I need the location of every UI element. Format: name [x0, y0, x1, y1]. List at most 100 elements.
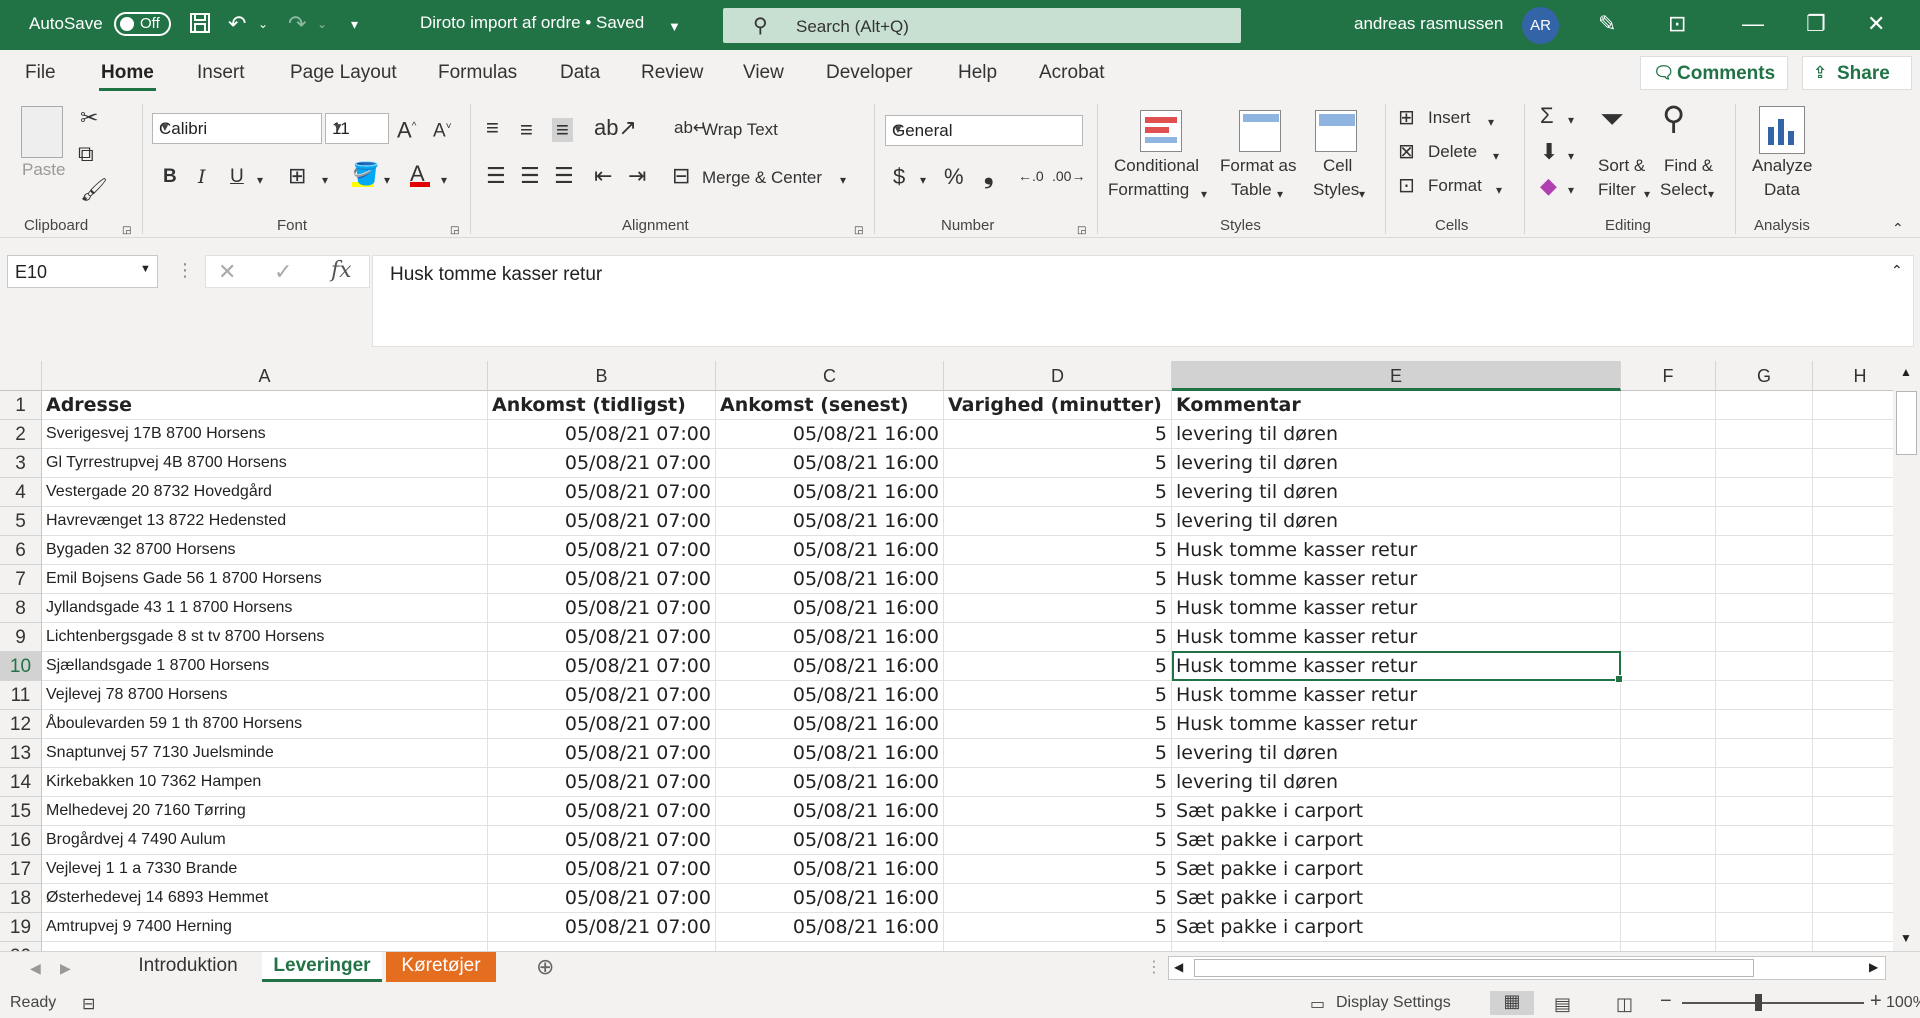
row-header-7[interactable]: 7: [0, 565, 42, 594]
delete-cells-button[interactable]: Delete: [1428, 142, 1477, 162]
row-header-20[interactable]: 20: [0, 942, 42, 951]
column-header-b[interactable]: B: [488, 361, 716, 391]
sheet-tab-leveringer[interactable]: Leveringer: [262, 952, 382, 982]
fill-color-icon[interactable]: 🪣: [352, 162, 379, 187]
column-header-a[interactable]: A: [42, 361, 488, 391]
row-header-8[interactable]: 8: [0, 594, 42, 623]
cell-b5[interactable]: 05/08/21 07:00: [488, 507, 716, 536]
cell-d11[interactable]: 5: [944, 681, 1172, 710]
redo-icon[interactable]: ↷: [288, 11, 306, 37]
chevron-down-icon[interactable]: ▾: [1496, 178, 1502, 202]
cell-styles-icon[interactable]: [1315, 110, 1357, 152]
title-dropdown-icon[interactable]: ▼: [668, 14, 681, 40]
cell-e11[interactable]: Husk tomme kasser retur: [1172, 681, 1621, 710]
cell-b14[interactable]: 05/08/21 07:00: [488, 768, 716, 797]
tab-formulas[interactable]: Formulas: [438, 62, 517, 84]
align-right-icon[interactable]: ☰: [554, 164, 574, 188]
cell-h1[interactable]: [1813, 391, 1893, 420]
font-color-dropdown-icon[interactable]: ▾: [441, 168, 447, 192]
cell-c15[interactable]: 05/08/21 16:00: [716, 797, 944, 826]
undo-icon[interactable]: ↶: [228, 11, 246, 37]
cell-f7[interactable]: [1621, 565, 1716, 594]
cell-c2[interactable]: 05/08/21 16:00: [716, 420, 944, 449]
chevron-down-icon[interactable]: ▾: [1568, 108, 1574, 132]
tab-page-layout[interactable]: Page Layout: [290, 62, 397, 84]
row-header-2[interactable]: 2: [0, 420, 42, 449]
cell-g14[interactable]: [1716, 768, 1813, 797]
cell-h7[interactable]: [1813, 565, 1893, 594]
cell-a14[interactable]: Kirkebakken 10 7362 Hampen: [42, 768, 488, 797]
cell-a2[interactable]: Sverigesvej 17B 8700 Horsens: [42, 420, 488, 449]
conditional-formatting-icon[interactable]: [1140, 110, 1182, 152]
cell-a9[interactable]: Lichtenbergsgade 8 st tv 8700 Horsens: [42, 623, 488, 652]
cell-a3[interactable]: Gl Tyrrestrupvej 4B 8700 Horsens: [42, 449, 488, 478]
row-header-15[interactable]: 15: [0, 797, 42, 826]
row-header-10[interactable]: 10: [0, 652, 42, 681]
zoom-slider-thumb[interactable]: [1755, 994, 1762, 1011]
scroll-up-icon[interactable]: ▲: [1900, 365, 1912, 379]
cell-b17[interactable]: 05/08/21 07:00: [488, 855, 716, 884]
analyze-data-label[interactable]: Analyze: [1752, 156, 1812, 176]
align-bottom-icon[interactable]: ≡: [552, 118, 573, 142]
italic-button[interactable]: I: [198, 166, 206, 188]
column-header-f[interactable]: F: [1621, 361, 1716, 391]
cell-e20[interactable]: [1172, 942, 1621, 951]
split-handle-icon[interactable]: ⋮: [1146, 956, 1162, 980]
cell-f6[interactable]: [1621, 536, 1716, 565]
cell-h13[interactable]: [1813, 739, 1893, 768]
cell-e5[interactable]: levering til døren: [1172, 507, 1621, 536]
avatar[interactable]: AR: [1522, 7, 1559, 44]
cell-a15[interactable]: Melhedevej 20 7160 Tørring: [42, 797, 488, 826]
cell-e8[interactable]: Husk tomme kasser retur: [1172, 594, 1621, 623]
conditional-formatting-label-2[interactable]: Formatting: [1108, 180, 1189, 200]
cell-f9[interactable]: [1621, 623, 1716, 652]
chevron-down-icon[interactable]: ▾: [1359, 182, 1365, 206]
comments-button[interactable]: 🗨 Comments: [1640, 56, 1788, 90]
cell-d5[interactable]: 5: [944, 507, 1172, 536]
cell-a6[interactable]: Bygaden 32 8700 Horsens: [42, 536, 488, 565]
cell-c20[interactable]: [716, 942, 944, 951]
cell-b6[interactable]: 05/08/21 07:00: [488, 536, 716, 565]
sheet-tab-koretojer[interactable]: Køretøjer: [386, 952, 496, 982]
cell-f17[interactable]: [1621, 855, 1716, 884]
cell-d19[interactable]: 5: [944, 913, 1172, 942]
cell-a13[interactable]: Snaptunvej 57 7130 Juelsminde: [42, 739, 488, 768]
cell-f15[interactable]: [1621, 797, 1716, 826]
cell-d2[interactable]: 5: [944, 420, 1172, 449]
cell-e18[interactable]: Sæt pakke i carport: [1172, 884, 1621, 913]
row-header-13[interactable]: 13: [0, 739, 42, 768]
zoom-slider[interactable]: [1682, 1002, 1864, 1004]
cell-f13[interactable]: [1621, 739, 1716, 768]
cell-h6[interactable]: [1813, 536, 1893, 565]
merge-center-icon[interactable]: ⊟: [672, 164, 690, 188]
cell-e15[interactable]: Sæt pakke i carport: [1172, 797, 1621, 826]
tab-insert[interactable]: Insert: [197, 62, 245, 84]
cell-d13[interactable]: 5: [944, 739, 1172, 768]
cell-c13[interactable]: 05/08/21 16:00: [716, 739, 944, 768]
document-title[interactable]: Diroto import af ordre • Saved: [420, 13, 644, 33]
cell-g2[interactable]: [1716, 420, 1813, 449]
autosave-toggle[interactable]: Off: [114, 12, 171, 36]
font-name-select[interactable]: Calibri ▼: [152, 113, 322, 144]
cell-h16[interactable]: [1813, 826, 1893, 855]
row-header-18[interactable]: 18: [0, 884, 42, 913]
chevron-down-icon[interactable]: ▾: [1493, 144, 1499, 168]
scroll-right-icon[interactable]: ▶: [1869, 960, 1878, 974]
cell-e16[interactable]: Sæt pakke i carport: [1172, 826, 1621, 855]
increase-indent-icon[interactable]: ⇥: [628, 164, 646, 188]
cell-a4[interactable]: Vestergade 20 8732 Hovedgård: [42, 478, 488, 507]
format-as-table-label-2[interactable]: Table: [1231, 180, 1272, 200]
currency-dropdown-icon[interactable]: ▾: [920, 168, 926, 192]
cell-e13[interactable]: levering til døren: [1172, 739, 1621, 768]
chevron-down-icon[interactable]: ▾: [1488, 110, 1494, 134]
cell-g11[interactable]: [1716, 681, 1813, 710]
cell-e12[interactable]: Husk tomme kasser retur: [1172, 710, 1621, 739]
insert-function-icon[interactable]: fx: [331, 259, 352, 283]
decrease-indent-icon[interactable]: ⇤: [594, 164, 612, 188]
format-cells-button[interactable]: Format: [1428, 176, 1482, 196]
vertical-scroll-thumb[interactable]: [1896, 391, 1917, 455]
cell-b12[interactable]: 05/08/21 07:00: [488, 710, 716, 739]
orientation-icon[interactable]: ab↗: [594, 116, 637, 140]
cell-a19[interactable]: Amtrupvej 9 7400 Herning: [42, 913, 488, 942]
cell-b10[interactable]: 05/08/21 07:00: [488, 652, 716, 681]
